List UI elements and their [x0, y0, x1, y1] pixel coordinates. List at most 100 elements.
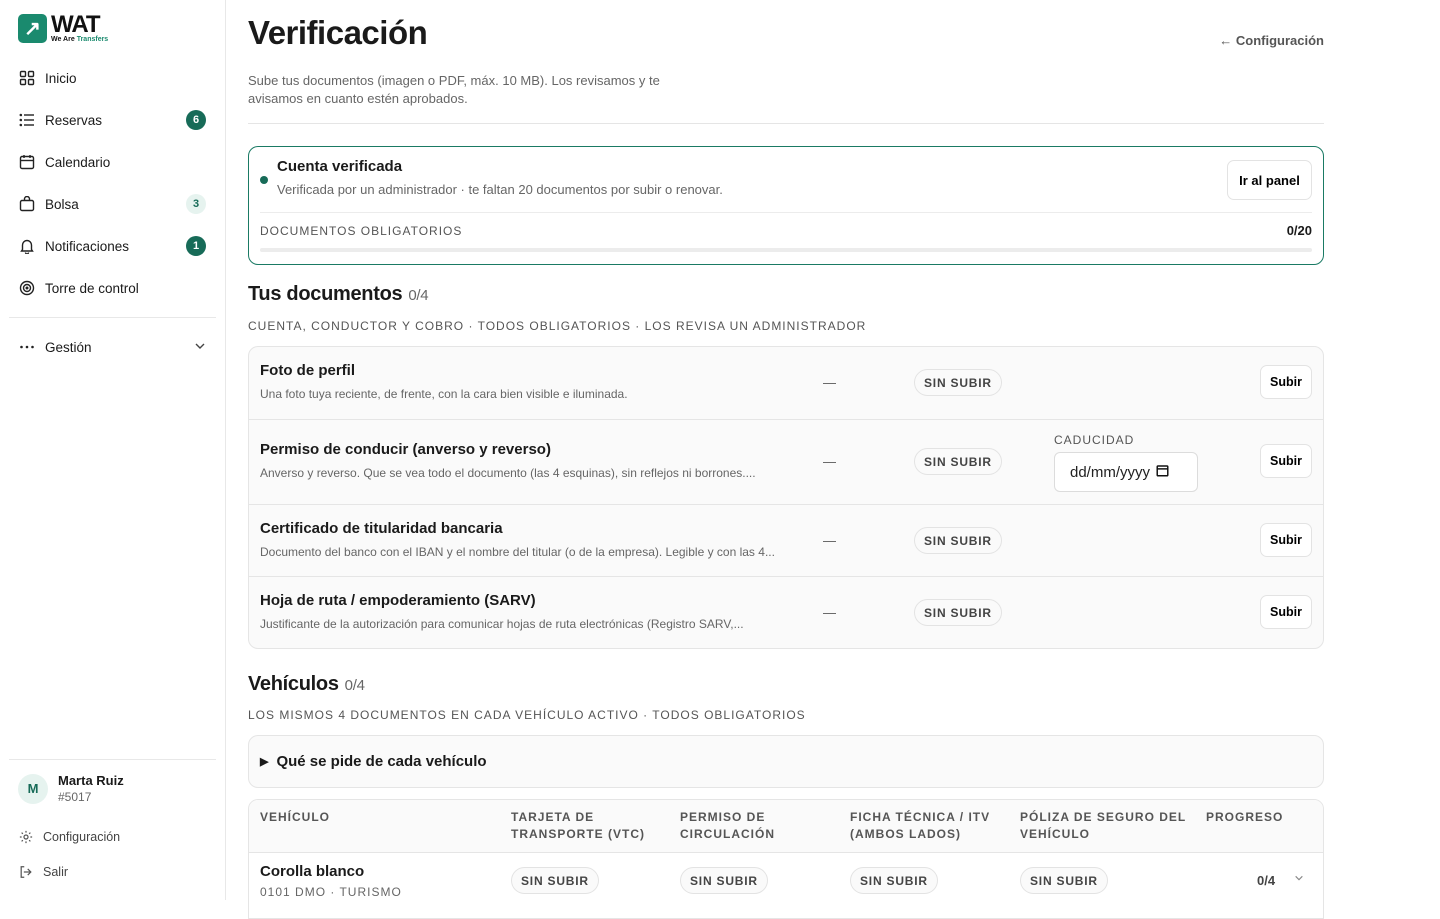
logo-word: WAT [51, 11, 101, 38]
status-divider [260, 212, 1312, 213]
documents-caption: CUENTA, CONDUCTOR Y COBRO · TODOS OBLIGA… [248, 319, 867, 333]
expiry-date-input[interactable]: dd/mm/yyyy [1054, 452, 1198, 492]
vehicles-table: VEHÍCULO TARJETA DE TRANSPORTE (VTC) PER… [248, 799, 1324, 919]
bolsa-count-badge: 3 [186, 194, 206, 214]
upload-button[interactable]: Subir [1260, 444, 1312, 478]
list-item: Hoja de ruta / empoderamiento (SARV) Jus… [249, 577, 1323, 648]
user-profile[interactable]: M Marta Ruiz #5017 [18, 773, 124, 804]
user-id: #5017 [58, 790, 92, 804]
sidebar-item-bolsa[interactable]: Bolsa 3 [9, 183, 216, 225]
doc-title: Certificado de titularidad bancaria [260, 520, 503, 537]
column-header: FICHA TÉCNICA / ITV (AMBOS LADOS) [850, 810, 991, 841]
column-header: VEHÍCULO [260, 810, 331, 824]
documents-heading: Tus documentos 0/4 [248, 283, 429, 305]
vehicles-heading: Vehículos 0/4 [248, 673, 365, 695]
status-badge: SIN SUBIR [680, 867, 768, 894]
chevron-down-icon [194, 340, 206, 355]
sidebar-item-reservas[interactable]: Reservas 6 [9, 99, 216, 141]
sidebar-item-inicio[interactable]: Inicio [9, 57, 216, 99]
logo-tagline: We Are Transfers [51, 36, 109, 43]
upload-button[interactable]: Subir [1260, 595, 1312, 629]
list-icon [19, 112, 35, 128]
vehicles-count: 0/4 [344, 677, 365, 694]
doc-description: Anverso y reverso. Que se vea todo el do… [260, 466, 756, 480]
sidebar-item-calendario[interactable]: Calendario [9, 141, 216, 183]
logout-icon [18, 865, 34, 879]
column-header: PROGRESO [1206, 810, 1284, 824]
doc-title: Permiso de conducir (anverso y reverso) [260, 441, 551, 458]
sidebar-divider [9, 317, 216, 318]
go-to-panel-button[interactable]: Ir al panel [1227, 160, 1312, 200]
documents-list: Foto de perfil Una foto tuya reciente, d… [248, 346, 1324, 649]
logout-label: Salir [43, 865, 69, 879]
notificaciones-count-badge: 1 [186, 236, 206, 256]
table-row[interactable]: Corolla blanco 0101 DMO · TURISMO SIN SU… [249, 853, 1323, 913]
avatar: M [18, 773, 48, 804]
list-item: Permiso de conducir (anverso y reverso) … [249, 420, 1323, 505]
calendar-icon [19, 154, 35, 170]
vehicle-requirements-toggle[interactable]: ▶ Qué se pide de cada vehículo [248, 735, 1324, 788]
sidebar-item-label: Reservas [45, 112, 103, 128]
settings-label: Configuración [43, 830, 121, 844]
vehicle-name: Corolla blanco [260, 863, 365, 880]
verification-status-card: Cuenta verificada Verificada por un admi… [248, 146, 1324, 265]
required-docs-label: DOCUMENTOS OBLIGATORIOS [260, 224, 463, 238]
upload-button[interactable]: Subir [1260, 365, 1312, 399]
doc-date: — [823, 375, 836, 390]
status-badge: SIN SUBIR [850, 867, 938, 894]
doc-description: Documento del banco con el IBAN y el nom… [260, 545, 775, 559]
triangle-right-icon: ▶ [260, 756, 269, 768]
sidebar-group-gestion[interactable]: Gestión [9, 326, 216, 368]
logout-link[interactable]: Salir [18, 865, 68, 879]
status-badge: SIN SUBIR [1020, 867, 1108, 894]
column-header: PÓLIZA DE SEGURO DEL VEHÍCULO [1020, 810, 1187, 841]
calendar-icon [1156, 464, 1169, 480]
required-docs-count: 0/20 [1286, 223, 1312, 238]
target-icon [19, 280, 35, 296]
sidebar-item-torre-de-control[interactable]: Torre de control [9, 267, 216, 309]
doc-title: Hoja de ruta / empoderamiento (SARV) [260, 592, 536, 609]
vehicle-plate: 0101 DMO · TURISMO [260, 885, 402, 899]
sidebar-item-label: Notificaciones [45, 238, 130, 254]
status-dot-icon [260, 176, 268, 184]
page-title: Verificación [248, 14, 428, 51]
gear-icon [18, 830, 34, 844]
more-dots-icon [19, 339, 35, 355]
expand-chevron-icon[interactable] [1294, 873, 1304, 886]
status-badge: SIN SUBIR [914, 599, 1002, 626]
bag-icon [19, 196, 35, 212]
doc-date: — [823, 605, 836, 620]
expiry-label: CADUCIDAD [1054, 433, 1135, 447]
vehicle-progress: 0/4 [1257, 873, 1276, 888]
vehicles-caption: LOS MISMOS 4 DOCUMENTOS EN CADA VEHÍCULO… [248, 708, 806, 722]
status-description: Verificada por un administrador · te fal… [277, 182, 723, 197]
required-docs-progress-bar [260, 248, 1312, 252]
grid-icon [19, 70, 35, 86]
logo-arrow-icon: ↗ [18, 13, 47, 43]
sidebar-item-label: Bolsa [45, 196, 79, 212]
status-title: Cuenta verificada [277, 158, 403, 175]
page-subtitle: Sube tus documentos (imagen o PDF, máx. … [248, 73, 660, 106]
status-badge: SIN SUBIR [914, 527, 1002, 554]
date-placeholder: dd/mm/yyyy [1070, 463, 1151, 481]
status-badge: SIN SUBIR [511, 867, 599, 894]
sidebar: ↗ WAT We Are Transfers Inicio Reservas 6 [0, 0, 226, 900]
doc-date: — [823, 533, 836, 548]
back-to-settings-link[interactable]: ← Configuración [1219, 33, 1324, 48]
sidebar-nav: Inicio Reservas 6 Calendario Bolsa 3 Not… [9, 57, 216, 368]
list-item: Certificado de titularidad bancaria Docu… [249, 505, 1323, 577]
sidebar-item-label: Torre de control [45, 280, 139, 296]
doc-title: Foto de perfil [260, 362, 355, 379]
status-badge: SIN SUBIR [914, 369, 1002, 396]
sidebar-item-label: Calendario [45, 154, 111, 170]
reservas-count-badge: 6 [186, 110, 206, 130]
sidebar-settings-link[interactable]: Configuración [18, 830, 120, 844]
logo[interactable]: ↗ WAT We Are Transfers [18, 13, 108, 43]
upload-button[interactable]: Subir [1260, 523, 1312, 557]
sidebar-item-label: Gestión [45, 339, 92, 355]
user-divider [9, 759, 216, 760]
details-label: Qué se pide de cada vehículo [276, 753, 487, 770]
table-header: VEHÍCULO TARJETA DE TRANSPORTE (VTC) PER… [249, 800, 1323, 853]
sidebar-item-notificaciones[interactable]: Notificaciones 1 [9, 225, 216, 267]
doc-description: Una foto tuya reciente, de frente, con l… [260, 387, 628, 401]
